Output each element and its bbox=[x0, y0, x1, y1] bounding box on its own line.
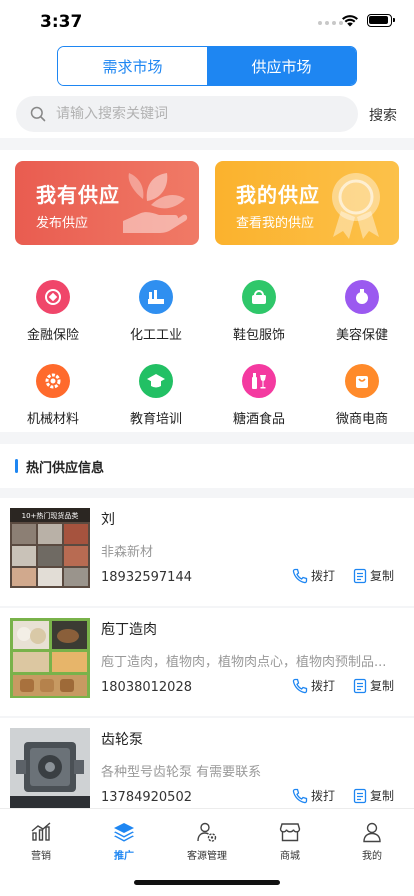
status-bar: 3:37 bbox=[0, 0, 414, 44]
product-thumbnail bbox=[10, 618, 90, 698]
section-marker bbox=[15, 459, 18, 473]
supply-item[interactable]: 10+热门现货品类 刘 非森新材 18932597144 拨打 复制 bbox=[0, 498, 414, 606]
tab-customer-management[interactable]: 客源管理 bbox=[166, 821, 248, 862]
call-label: 拨打 bbox=[311, 679, 336, 693]
category-label: 糖酒食品 bbox=[232, 412, 285, 427]
item-phone: 18038012028 bbox=[101, 680, 192, 695]
card-subtitle: 查看我的供应 bbox=[236, 216, 315, 231]
category-chemical[interactable]: 化工工业 bbox=[106, 280, 206, 360]
phone-icon bbox=[292, 788, 308, 803]
store-icon bbox=[279, 823, 301, 842]
category-label: 化工工业 bbox=[129, 328, 182, 343]
status-time: 3:37 bbox=[40, 12, 83, 32]
call-label: 拨打 bbox=[311, 569, 336, 583]
call-button[interactable]: 拨打 bbox=[292, 567, 335, 584]
copy-button[interactable]: 复制 bbox=[353, 677, 394, 694]
item-phone: 18932597144 bbox=[101, 570, 192, 585]
shopping-bag-icon bbox=[345, 364, 379, 398]
my-supply-card[interactable]: 我的供应 查看我的供应 bbox=[215, 161, 399, 245]
copy-icon bbox=[353, 568, 367, 583]
copy-label: 复制 bbox=[370, 569, 395, 583]
section-title: 热门供应信息 bbox=[26, 461, 105, 476]
tab-supply-market[interactable]: 供应市场 bbox=[207, 47, 356, 85]
copy-button[interactable]: 复制 bbox=[353, 567, 394, 584]
factory-icon bbox=[139, 280, 173, 314]
copy-label: 复制 bbox=[370, 789, 395, 803]
search-box bbox=[16, 96, 358, 132]
handbag-icon bbox=[242, 280, 276, 314]
item-description: 各种型号齿轮泵 有需要联系 bbox=[101, 765, 262, 780]
graduation-cap-icon bbox=[139, 364, 173, 398]
tab-mine[interactable]: 我的 bbox=[331, 821, 413, 862]
award-ribbon-icon bbox=[332, 173, 380, 239]
category-label: 教育培训 bbox=[129, 412, 182, 427]
supply-cards: 我有供应 发布供应 我的供应 查看我的供应 bbox=[0, 150, 414, 262]
search-button[interactable]: 搜索 bbox=[369, 105, 397, 125]
category-label: 金融保险 bbox=[26, 328, 79, 343]
card-title: 我的供应 bbox=[236, 183, 320, 207]
item-phone: 13784920502 bbox=[101, 790, 192, 805]
card-subtitle: 发布供应 bbox=[36, 216, 89, 231]
call-button[interactable]: 拨打 bbox=[292, 677, 335, 694]
wine-icon bbox=[242, 364, 276, 398]
person-icon bbox=[363, 822, 381, 843]
thumbnail-caption: 10+热门现货品类 bbox=[22, 511, 79, 520]
category-grid: 金融保险 化工工业 鞋包服饰 美容保健 机械材料 教育培训 糖酒食品 微商电商 bbox=[0, 262, 414, 432]
tab-label: 营销 bbox=[31, 851, 51, 862]
hot-supply-header: 热门供应信息 bbox=[0, 444, 414, 488]
item-title: 庖丁造肉 bbox=[101, 622, 157, 638]
layers-icon bbox=[114, 823, 134, 842]
item-description: 庖丁造肉，植物肉，植物肉点心，植物肉预制品... bbox=[101, 655, 387, 670]
tab-label: 商城 bbox=[280, 851, 300, 862]
phone-icon bbox=[292, 678, 308, 693]
tab-label: 我的 bbox=[362, 851, 382, 862]
tab-mall[interactable]: 商城 bbox=[249, 821, 331, 862]
market-segment: 需求市场 供应市场 bbox=[57, 46, 357, 86]
signal-icon bbox=[318, 21, 343, 25]
product-thumbnail bbox=[10, 728, 90, 808]
coin-icon bbox=[36, 280, 70, 314]
category-beauty[interactable]: 美容保健 bbox=[312, 280, 412, 360]
category-machinery[interactable]: 机械材料 bbox=[3, 364, 103, 444]
battery-icon bbox=[367, 14, 395, 27]
category-label: 美容保健 bbox=[335, 328, 388, 343]
home-indicator bbox=[134, 880, 280, 885]
tab-promotion[interactable]: 推广 bbox=[83, 821, 165, 862]
supply-item[interactable]: 庖丁造肉 庖丁造肉，植物肉，植物肉点心，植物肉预制品... 1803801202… bbox=[0, 608, 414, 716]
item-description: 非森新材 bbox=[101, 545, 154, 560]
copy-button[interactable]: 复制 bbox=[353, 787, 394, 804]
user-gear-icon bbox=[197, 822, 217, 842]
tab-demand-market[interactable]: 需求市场 bbox=[58, 47, 207, 85]
chart-icon bbox=[31, 822, 51, 841]
publish-supply-card[interactable]: 我有供应 发布供应 bbox=[15, 161, 199, 245]
tab-label: 客源管理 bbox=[187, 851, 227, 862]
header: 需求市场 供应市场 搜索 bbox=[0, 44, 414, 138]
item-title: 齿轮泵 bbox=[101, 732, 143, 748]
category-label: 微商电商 bbox=[335, 412, 388, 427]
wifi-icon bbox=[342, 15, 358, 27]
phone-icon bbox=[292, 568, 308, 583]
gear-icon bbox=[36, 364, 70, 398]
category-finance[interactable]: 金融保险 bbox=[3, 280, 103, 360]
category-food-wine[interactable]: 糖酒食品 bbox=[209, 364, 309, 444]
call-label: 拨打 bbox=[311, 789, 336, 803]
item-title: 刘 bbox=[101, 512, 115, 528]
cosmetics-icon bbox=[345, 280, 379, 314]
copy-icon bbox=[353, 788, 367, 803]
copy-label: 复制 bbox=[370, 679, 395, 693]
tab-label: 推广 bbox=[114, 851, 134, 862]
category-ecommerce[interactable]: 微商电商 bbox=[312, 364, 412, 444]
category-education[interactable]: 教育培训 bbox=[106, 364, 206, 444]
category-label: 机械材料 bbox=[26, 412, 79, 427]
search-input[interactable] bbox=[56, 103, 346, 125]
call-button[interactable]: 拨打 bbox=[292, 787, 335, 804]
category-apparel[interactable]: 鞋包服饰 bbox=[209, 280, 309, 360]
leaf-hand-icon bbox=[123, 173, 188, 233]
tab-marketing[interactable]: 营销 bbox=[0, 821, 82, 862]
card-title: 我有供应 bbox=[36, 183, 120, 207]
product-thumbnail: 10+热门现货品类 bbox=[10, 508, 90, 588]
search-icon bbox=[30, 106, 46, 122]
copy-icon bbox=[353, 678, 367, 693]
category-label: 鞋包服饰 bbox=[232, 328, 285, 343]
